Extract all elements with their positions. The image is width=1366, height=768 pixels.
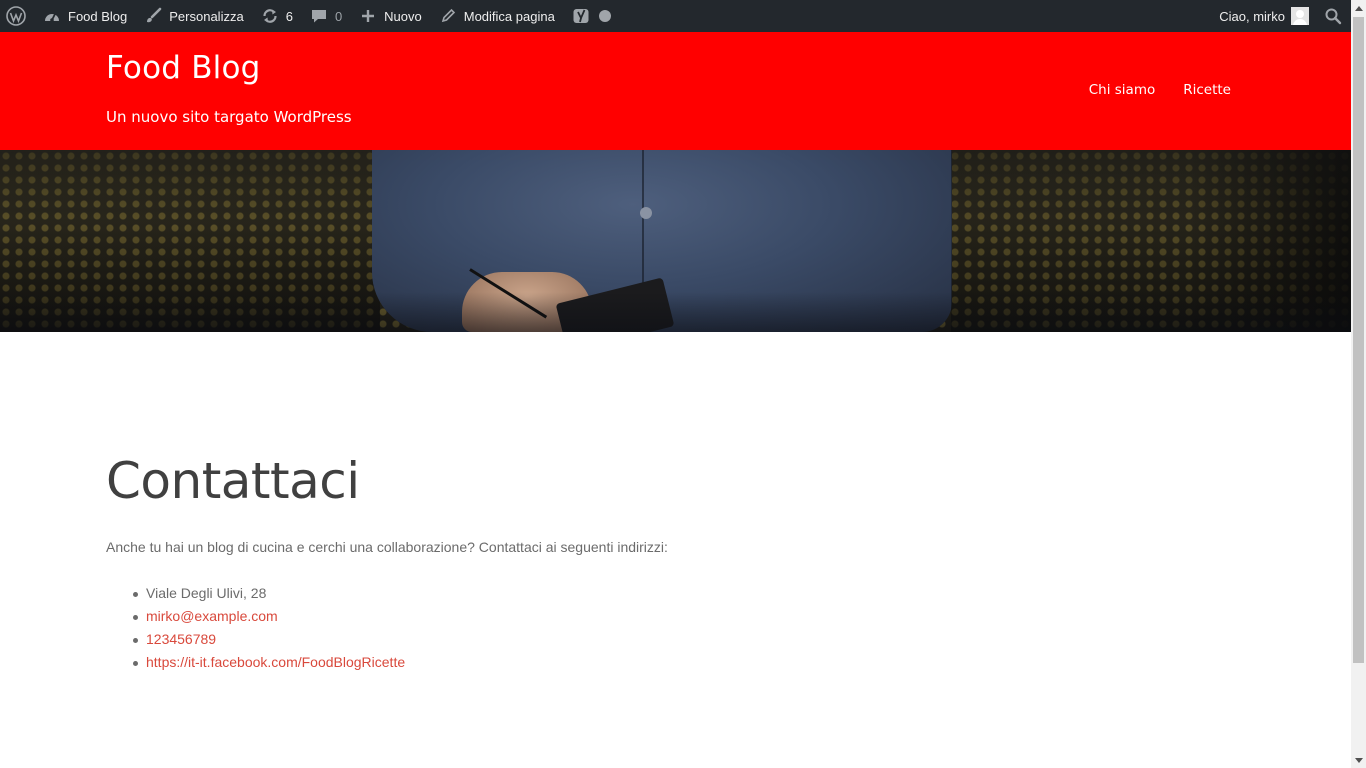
yoast-icon (571, 6, 591, 26)
contact-phone-link[interactable]: 123456789 (132, 628, 405, 651)
main-navigation: Chi siamo Ricette (1089, 82, 1231, 98)
contact-facebook-link[interactable]: https://it-it.facebook.com/FoodBlogRicet… (132, 651, 405, 674)
contact-list: Viale Degli Ulivi, 28 mirko@example.com … (132, 582, 405, 674)
pencil-icon (438, 6, 458, 26)
new-content-menu[interactable]: Nuovo (350, 0, 430, 32)
page-title: Contattaci (106, 452, 360, 510)
nav-item-chi-siamo[interactable]: Chi siamo (1089, 82, 1156, 98)
account-menu[interactable]: Ciao, mirko (1211, 0, 1317, 32)
vertical-scrollbar[interactable] (1351, 0, 1366, 768)
plus-icon (358, 6, 378, 26)
comments-link[interactable]: 0 (301, 0, 350, 32)
updates-count: 6 (285, 8, 293, 24)
hero-shirt-button (640, 207, 652, 219)
edit-page-link[interactable]: Modifica pagina (430, 0, 563, 32)
site-header: Food Blog Un nuovo sito targato WordPres… (0, 32, 1351, 150)
scroll-down-arrow-icon[interactable] (1351, 753, 1366, 768)
admin-bar: Food Blog Personalizza 6 0 Nuovo Modific… (0, 0, 1351, 32)
intro-text: Anche tu hai un blog di cucina e cerchi … (106, 539, 668, 555)
edit-page-label: Modifica pagina (463, 8, 555, 24)
search-button[interactable] (1317, 0, 1351, 32)
nav-item-ricette[interactable]: Ricette (1183, 82, 1231, 98)
new-label: Nuovo (384, 8, 422, 24)
contact-address: Viale Degli Ulivi, 28 (132, 582, 405, 605)
contact-email-link[interactable]: mirko@example.com (132, 605, 405, 628)
dashboard-icon (42, 6, 62, 26)
greeting-label: Ciao, mirko (1219, 8, 1285, 24)
status-dot-icon (598, 10, 611, 22)
site-name-menu[interactable]: Food Blog (34, 0, 135, 32)
hero-bottom-shade (0, 292, 1351, 332)
brush-icon (143, 6, 163, 26)
updates-link[interactable]: 6 (252, 0, 301, 32)
wordpress-logo-icon (6, 6, 26, 26)
customize-link[interactable]: Personalizza (135, 0, 251, 32)
comments-count: 0 (334, 8, 343, 24)
yoast-seo-menu[interactable] (563, 0, 619, 32)
scroll-up-arrow-icon[interactable] (1351, 0, 1366, 15)
search-icon (1323, 6, 1343, 26)
site-tagline: Un nuovo sito targato WordPress (106, 108, 352, 126)
site-name-label: Food Blog (68, 8, 128, 24)
comment-icon (309, 6, 329, 26)
avatar (1291, 7, 1309, 25)
updates-icon (260, 6, 280, 26)
site-title[interactable]: Food Blog (106, 50, 261, 86)
customize-label: Personalizza (169, 8, 244, 24)
header-image (0, 150, 1351, 332)
wordpress-logo-button[interactable] (0, 0, 34, 32)
scrollbar-thumb[interactable] (1353, 17, 1364, 663)
